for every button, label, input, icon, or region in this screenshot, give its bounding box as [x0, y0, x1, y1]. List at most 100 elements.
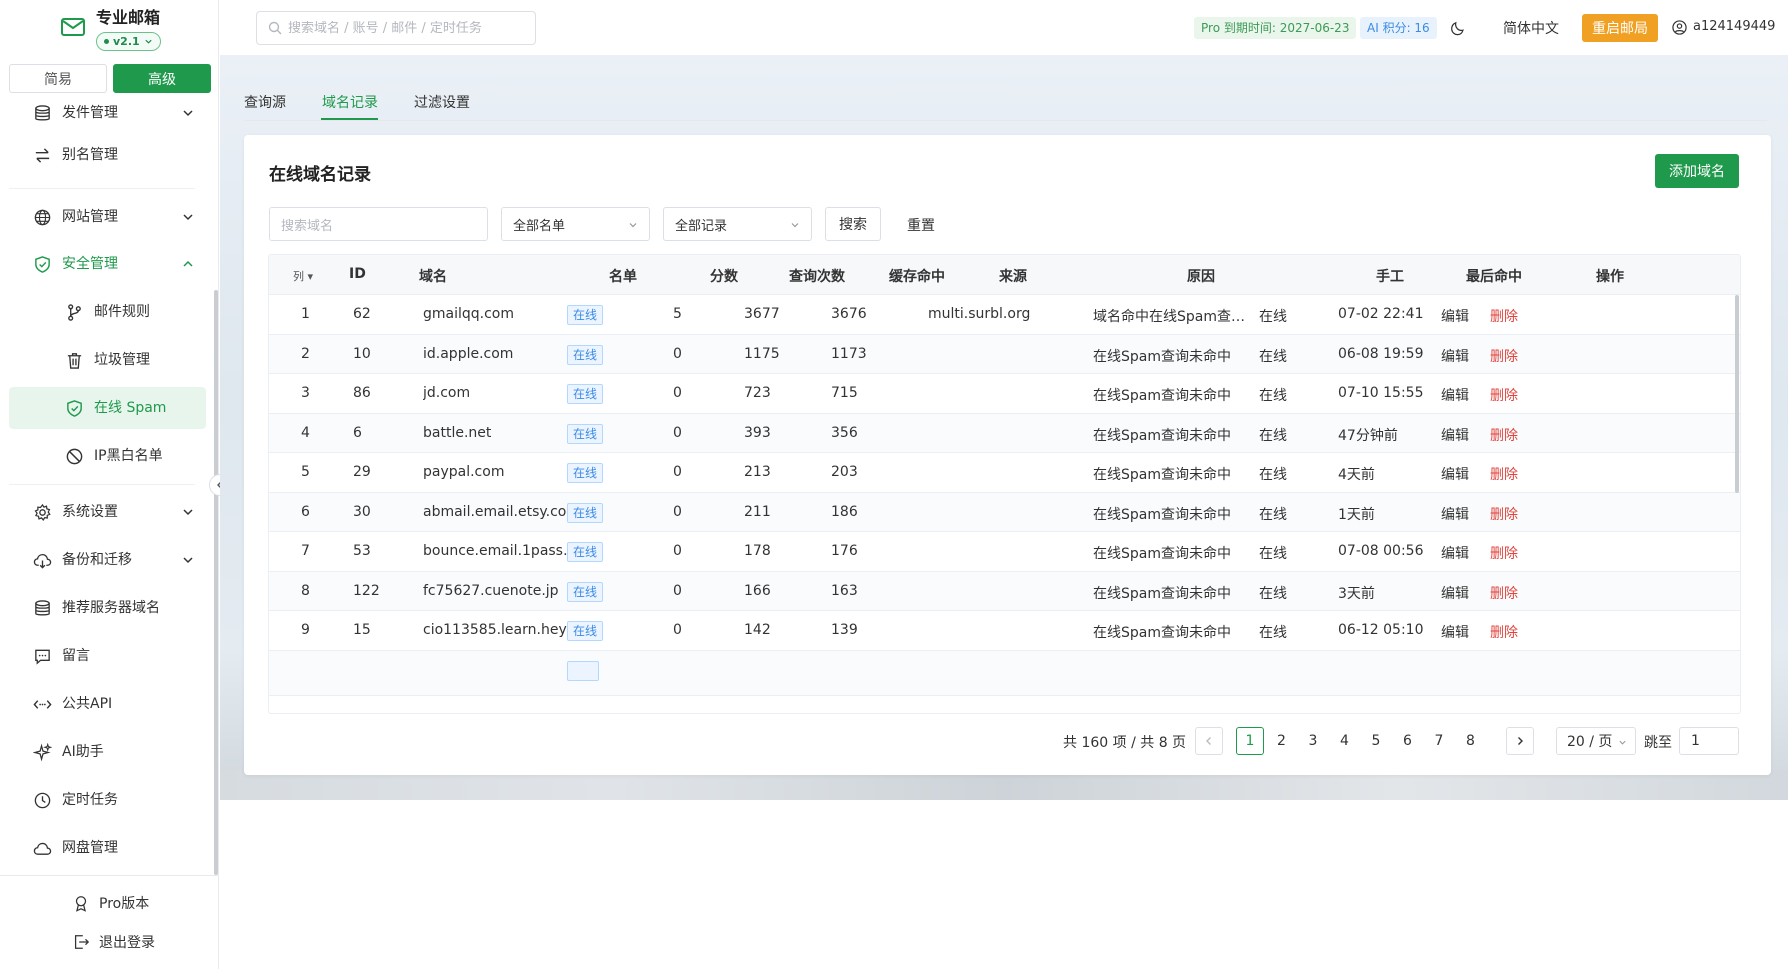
sidebar-item-messages[interactable]: 留言	[9, 635, 206, 677]
page-button[interactable]: 5	[1362, 727, 1390, 755]
table-row[interactable]: 3 86 jd.com 0 723 715 在线Spam查询未命中 在线 07-10 15:55…	[269, 374, 1740, 414]
edit-link[interactable]: 编辑	[1441, 622, 1469, 642]
page-button[interactable]: 1	[1236, 727, 1264, 755]
app-logo[interactable]: 专业邮箱 v2.1	[60, 8, 161, 51]
tab-filter-settings[interactable]: 过滤设置	[414, 92, 470, 112]
sidebar-item-alias[interactable]: 别名管理	[9, 134, 206, 176]
edit-link[interactable]: 编辑	[1441, 346, 1469, 366]
table-scrollbar[interactable]	[1735, 295, 1739, 493]
prev-page-button[interactable]	[1195, 727, 1223, 755]
logout-link[interactable]: 退出登录	[72, 932, 155, 952]
column-header-index[interactable]: 列 ▾	[293, 268, 313, 284]
edit-link[interactable]: 编辑	[1441, 385, 1469, 405]
page-button[interactable]: 3	[1299, 727, 1327, 755]
sidebar-item-junk[interactable]: 垃圾管理	[9, 339, 206, 381]
sidebar-item-security[interactable]: 安全管理	[9, 243, 206, 285]
sidebar-item-online-spam[interactable]: 在线 Spam	[9, 387, 206, 429]
domain-table: 列 ▾ ID 域名 名单 分数 查询次数 缓存命中 来源 原因 手工 最后命中 …	[268, 254, 1741, 714]
table-row[interactable]: 7 53 bounce.email.1password.c... 0 178 176 在线S…	[269, 532, 1740, 572]
delete-link[interactable]: 删除	[1490, 306, 1518, 326]
sidebar-scrollbar[interactable]	[214, 290, 218, 875]
sidebar-item-recommended-domain[interactable]: 推荐服务器域名	[9, 587, 206, 629]
cell-reason: 在线Spam查询未命中	[1093, 506, 1231, 523]
record-filter-select[interactable]: 全部记录	[663, 207, 812, 241]
table-row[interactable]: 9 15 cio113585.learn.heygen.c... 0 142 139 在线S…	[269, 611, 1740, 651]
sidebar-item-scheduled-tasks[interactable]: 定时任务	[9, 779, 206, 821]
sidebar-item-netdisk[interactable]: 网盘管理	[9, 827, 206, 869]
delete-link[interactable]: 删除	[1490, 464, 1518, 484]
delete-link[interactable]: 删除	[1490, 346, 1518, 366]
delete-link[interactable]: 删除	[1490, 504, 1518, 524]
edit-link[interactable]: 编辑	[1441, 425, 1469, 445]
edit-link[interactable]: 编辑	[1441, 504, 1469, 524]
jump-page-input[interactable]: 1	[1679, 727, 1739, 755]
mode-advanced-button[interactable]: 高级	[113, 64, 211, 93]
page-button[interactable]: 7	[1425, 727, 1453, 755]
page-button[interactable]: 4	[1331, 727, 1359, 755]
list-status-tag: 在线	[567, 463, 604, 483]
pro-expiry-badge[interactable]: Pro 到期时间: 2027-06-23	[1194, 17, 1357, 39]
global-search-input[interactable]	[288, 20, 528, 36]
sidebar-item-ip-list[interactable]: IP黑白名单	[9, 435, 206, 477]
mail-icon	[61, 18, 85, 36]
tab-domain-records[interactable]: 域名记录	[322, 92, 378, 112]
delete-link[interactable]: 删除	[1490, 583, 1518, 603]
ai-credits-badge[interactable]: AI 积分: 16	[1360, 17, 1437, 39]
table-row[interactable]: 2 10 id.apple.com 0 1175 1173 在线Spam查询未命中 在线 06-…	[269, 334, 1740, 374]
reset-button[interactable]: 重置	[907, 215, 935, 235]
delete-link[interactable]: 删除	[1490, 543, 1518, 563]
global-search[interactable]	[256, 11, 536, 45]
table-row[interactable]: 1 62 gmailqq.com 5 3677 3676 multi.surbl.org 域名…	[269, 295, 1740, 335]
pro-version-link[interactable]: Pro版本	[72, 893, 149, 913]
cell-id: 15	[353, 622, 371, 638]
version-badge[interactable]: v2.1	[96, 32, 161, 51]
cell-last-hit: 3天前	[1338, 585, 1375, 602]
restart-mail-button[interactable]: 重启邮局	[1582, 14, 1658, 42]
cell-score: 0	[673, 543, 682, 559]
sidebar-item-public-api[interactable]: 公共API	[9, 683, 206, 725]
sidebar-item-mail-rules[interactable]: 邮件规则	[9, 291, 206, 333]
sidebar-item-ai-assistant[interactable]: AI助手	[9, 731, 206, 773]
sidebar-item-website[interactable]: 网站管理	[9, 196, 206, 238]
page-button[interactable]: 8	[1457, 727, 1485, 755]
cell-manual: 在线	[1259, 309, 1287, 325]
cell-reason: 在线Spam查询未命中	[1093, 388, 1231, 404]
table-row[interactable]: 4 6 battle.net 0 393 356 在线Spam查询未命中 在线 47分钟前 在线 编…	[269, 413, 1740, 453]
edit-link[interactable]: 编辑	[1441, 306, 1469, 326]
edit-link[interactable]: 编辑	[1441, 464, 1469, 484]
domain-search-input[interactable]: 搜索域名	[269, 207, 488, 241]
page-button[interactable]: 6	[1394, 727, 1422, 755]
app-title: 专业邮箱	[96, 8, 161, 27]
moon-icon[interactable]	[1449, 19, 1467, 37]
add-domain-button[interactable]: 添加域名	[1655, 154, 1739, 188]
delete-link[interactable]: 删除	[1490, 385, 1518, 405]
list-status-tag: 在线	[567, 621, 604, 641]
list-status-tag: 在线	[567, 305, 604, 325]
cell-score: 0	[673, 622, 682, 638]
table-row[interactable]: 6 30 abmail.email.etsy.com 0 211 186 在线Spam查询未…	[269, 492, 1740, 532]
table-row[interactable]: 5 29 paypal.com 0 213 203 在线Spam查询未命中 在线 4天前 在线 编辑…	[269, 453, 1740, 493]
card-title: 在线域名记录	[269, 165, 371, 185]
cell-id: 6	[353, 424, 362, 441]
next-page-button[interactable]	[1506, 727, 1534, 755]
sidebar-item-send[interactable]: 发件管理	[9, 92, 206, 134]
page-size-select[interactable]: 20 / 页	[1556, 727, 1636, 755]
search-button[interactable]: 搜索	[825, 207, 881, 241]
mode-simple-button[interactable]: 简易	[9, 64, 107, 93]
page-button[interactable]: 2	[1268, 727, 1296, 755]
table-row[interactable]: 8 122 fc75627.cuenote.jp 0 166 163 在线Spam查询未命中…	[269, 571, 1740, 611]
delete-link[interactable]: 删除	[1490, 425, 1518, 445]
sidebar-item-settings[interactable]: 系统设置	[9, 491, 206, 533]
list-filter-select[interactable]: 全部名单	[501, 207, 650, 241]
logout-label: 退出登录	[99, 935, 155, 951]
edit-link[interactable]: 编辑	[1441, 583, 1469, 603]
user-account[interactable]: a124149449	[1693, 19, 1775, 34]
delete-link[interactable]: 删除	[1490, 622, 1518, 642]
shield-icon	[35, 256, 50, 273]
edit-link[interactable]: 编辑	[1441, 543, 1469, 563]
cell-queries: 723	[744, 385, 771, 401]
tab-query-source[interactable]: 查询源	[244, 92, 286, 112]
sidebar-item-backup[interactable]: 备份和迁移	[9, 539, 206, 581]
award-icon	[75, 896, 87, 912]
language-select[interactable]: 简体中文	[1503, 18, 1559, 38]
